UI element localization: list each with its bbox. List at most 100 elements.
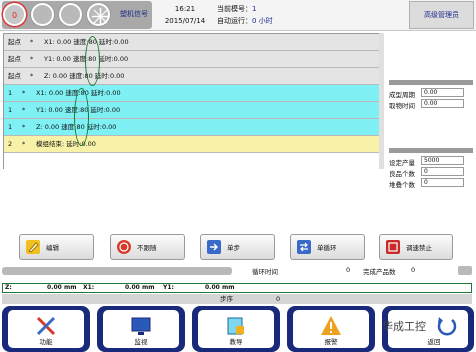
monitor-icon <box>131 317 151 335</box>
nav-back-label: 返回 <box>427 338 441 346</box>
back-icon <box>437 317 457 336</box>
molding-cycle-label: 成型周期 <box>389 91 415 99</box>
cycle-time-label: 循环时间 <box>252 268 278 276</box>
row-step: 1 <box>8 123 13 131</box>
step-icon <box>207 240 221 254</box>
stack-count-field: 0 <box>421 178 464 187</box>
nav-alarm-button[interactable]: 报警 <box>287 306 375 352</box>
single-step-button-label: 单步 <box>227 244 240 252</box>
z-value: 0.00 <box>47 284 62 291</box>
z-label: Z: <box>5 284 12 291</box>
y1-unit: mm <box>222 284 235 291</box>
program-list[interactable]: 起点 * X1: 0.00 速度:80 延时:0.00 起点 * Y1: 0.0… <box>3 33 384 170</box>
set-output-field[interactable]: 5000 <box>421 156 464 165</box>
adjust-icon <box>386 240 400 254</box>
single-step-button[interactable]: 单步 <box>200 234 275 260</box>
row-mark: * <box>22 89 26 97</box>
panel-bar-bottom <box>389 148 473 153</box>
z-unit: mm <box>64 284 77 291</box>
edit-button-label: 编辑 <box>46 244 59 252</box>
x1-value: 0.00 <box>125 284 140 291</box>
axis-readout: Z: 0.00 mm X1: 0.00 mm Y1: 0.00 mm <box>2 283 472 293</box>
teach-icon <box>227 317 244 335</box>
stack-count-label: 堆叠个数 <box>389 181 415 189</box>
program-row[interactable]: 起点 * Z: 0.00 速度:80 延时:0.00 <box>4 68 383 85</box>
panel-bar-top <box>389 80 473 85</box>
annotation-ellipse-upper <box>85 36 100 86</box>
nav-teach-label: 教导 <box>229 338 243 346</box>
step-label: 步序 <box>220 295 233 303</box>
cycle-icon <box>297 240 311 254</box>
annotation-ellipse-lower <box>74 88 89 146</box>
program-row[interactable]: 1 * Y1: 0.00 速度:80 延时:0.00 <box>4 102 383 119</box>
mold-value: 1 <box>252 5 257 13</box>
alarm-count: 0 <box>11 11 18 20</box>
program-row[interactable]: 1 * Z: 0.00 速度:80 延时:0.00 <box>4 119 383 136</box>
adjust-disable-button-label: 调速禁止 <box>406 244 432 252</box>
program-row[interactable]: 2 * 模组结束: 延时:0.00 <box>4 136 383 153</box>
finished-label: 完成产品数 <box>363 268 396 276</box>
row-step: 起点 <box>8 72 21 80</box>
good-count-field: 0 <box>421 167 464 176</box>
good-count-label: 良品个数 <box>389 170 415 178</box>
nav-function-button[interactable]: 功能 <box>2 306 90 352</box>
alarm-indicator[interactable]: 0 <box>3 3 26 26</box>
step-readout: 步序 0 <box>2 294 472 304</box>
machine-status: 塑机信号 <box>120 10 148 18</box>
program-row-empty[interactable] <box>4 153 383 170</box>
watermark-text: 华成工控 <box>382 320 426 333</box>
single-cycle-button[interactable]: 单循环 <box>290 234 365 260</box>
row-text: 模组结束: 延时:0.00 <box>36 140 96 148</box>
step-value: 0 <box>276 295 281 303</box>
program-row[interactable]: 起点 * Y1: 0.00 速度:80 延时:0.00 <box>4 51 383 68</box>
nav-function-label: 功能 <box>39 338 53 346</box>
warning-icon <box>321 316 341 335</box>
adjust-disable-button[interactable]: 调速禁止 <box>379 234 453 260</box>
row-mark: * <box>30 72 34 80</box>
nav-function-face: 功能 <box>8 310 84 348</box>
cycle-time-value: 0 <box>346 266 351 274</box>
y1-label: Y1: <box>163 284 174 291</box>
nav-alarm-face: 报警 <box>293 310 369 348</box>
auto-run-label: 自动运行： <box>217 17 252 25</box>
program-scrollbar[interactable] <box>379 33 384 169</box>
y1-value: 0.00 <box>205 284 220 291</box>
edit-button[interactable]: 编辑 <box>19 234 94 260</box>
row-step: 起点 <box>8 38 21 46</box>
status-light-3 <box>87 3 110 26</box>
single-cycle-button-label: 单循环 <box>317 244 337 252</box>
nav-monitor-button[interactable]: 监视 <box>97 306 185 352</box>
cycle-time-bar <box>2 267 232 275</box>
program-row[interactable]: 起点 * X1: 0.00 速度:80 延时:0.00 <box>4 34 383 51</box>
no-follow-button[interactable]: 不跟随 <box>110 234 185 260</box>
auto-run-value: 0 小时 <box>252 17 273 25</box>
mold-info: 当前模号：1 自动运行：0 小时 <box>217 3 273 27</box>
robot-arm-icon <box>92 8 109 25</box>
nav-monitor-label: 监视 <box>134 338 148 346</box>
row-mark: * <box>22 106 26 114</box>
row-mark: * <box>22 123 26 131</box>
nav-monitor-face: 监视 <box>103 310 179 348</box>
no-follow-icon <box>117 240 131 254</box>
nav-alarm-label: 报警 <box>324 338 338 346</box>
clock-date: 2015/07/14 <box>164 17 206 25</box>
x1-unit: mm <box>142 284 155 291</box>
stats-indicator <box>458 266 472 275</box>
row-step: 1 <box>8 89 13 97</box>
admin-button[interactable]: 高级管理员 <box>409 1 474 29</box>
tools-icon <box>36 316 56 336</box>
row-step: 1 <box>8 106 13 114</box>
mold-label: 当前模号： <box>217 5 252 13</box>
edit-icon <box>26 240 40 254</box>
nav-teach-button[interactable]: 教导 <box>192 306 280 352</box>
molding-cycle-field: 0.00 <box>421 88 464 97</box>
nav-teach-face: 教导 <box>198 310 274 348</box>
row-mark: * <box>30 38 34 46</box>
status-light-2 <box>59 3 82 26</box>
finished-value: 0 <box>411 266 416 274</box>
clock-time: 16:21 <box>174 5 196 13</box>
set-output-label: 设定产量 <box>389 159 415 167</box>
program-row[interactable]: 1 * X1: 0.00 速度:80 延时:0.00 <box>4 85 383 102</box>
row-step: 起点 <box>8 55 21 63</box>
row-mark: * <box>30 55 34 63</box>
